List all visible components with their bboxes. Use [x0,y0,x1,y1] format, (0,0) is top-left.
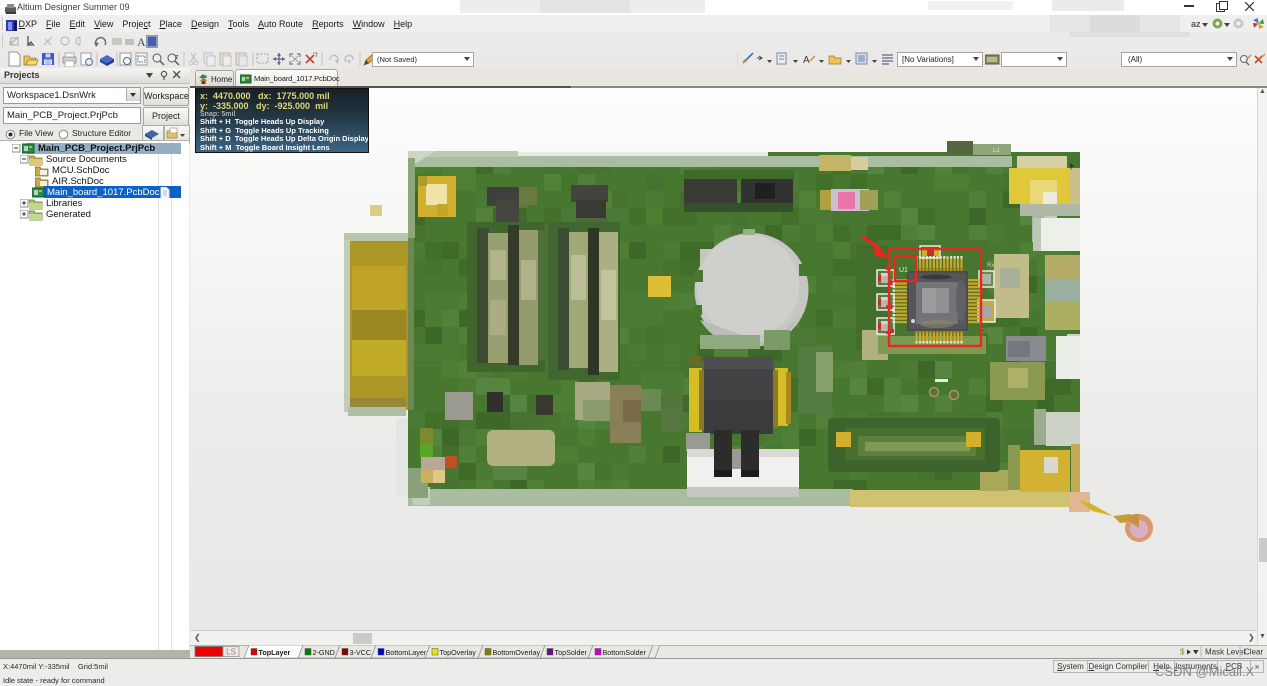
svg-text:3-VCC: 3-VCC [350,648,372,657]
svg-text:BottomOverlay: BottomOverlay [493,648,541,657]
svg-text:TopOverlay: TopOverlay [440,648,477,657]
svg-text:TopSolder: TopSolder [555,648,588,657]
svg-text:BottomLayer: BottomLayer [386,648,427,657]
svg-text:Rx: Rx [987,263,994,269]
svg-text:R2: R2 [942,252,951,259]
svg-text:LS: LS [226,648,236,657]
svg-text:U1: U1 [899,267,908,274]
svg-text:2-GND: 2-GND [313,648,335,657]
svg-text:BottomSolder: BottomSolder [603,648,647,657]
svg-text:TopLayer: TopLayer [259,648,291,657]
svg-text:$: $ [1180,648,1185,657]
svg-text:A: A [803,55,810,66]
svg-text:z: z [175,54,179,61]
svg-text:L1: L1 [993,148,1000,154]
svg-text:Clear: Clear [1244,648,1263,657]
